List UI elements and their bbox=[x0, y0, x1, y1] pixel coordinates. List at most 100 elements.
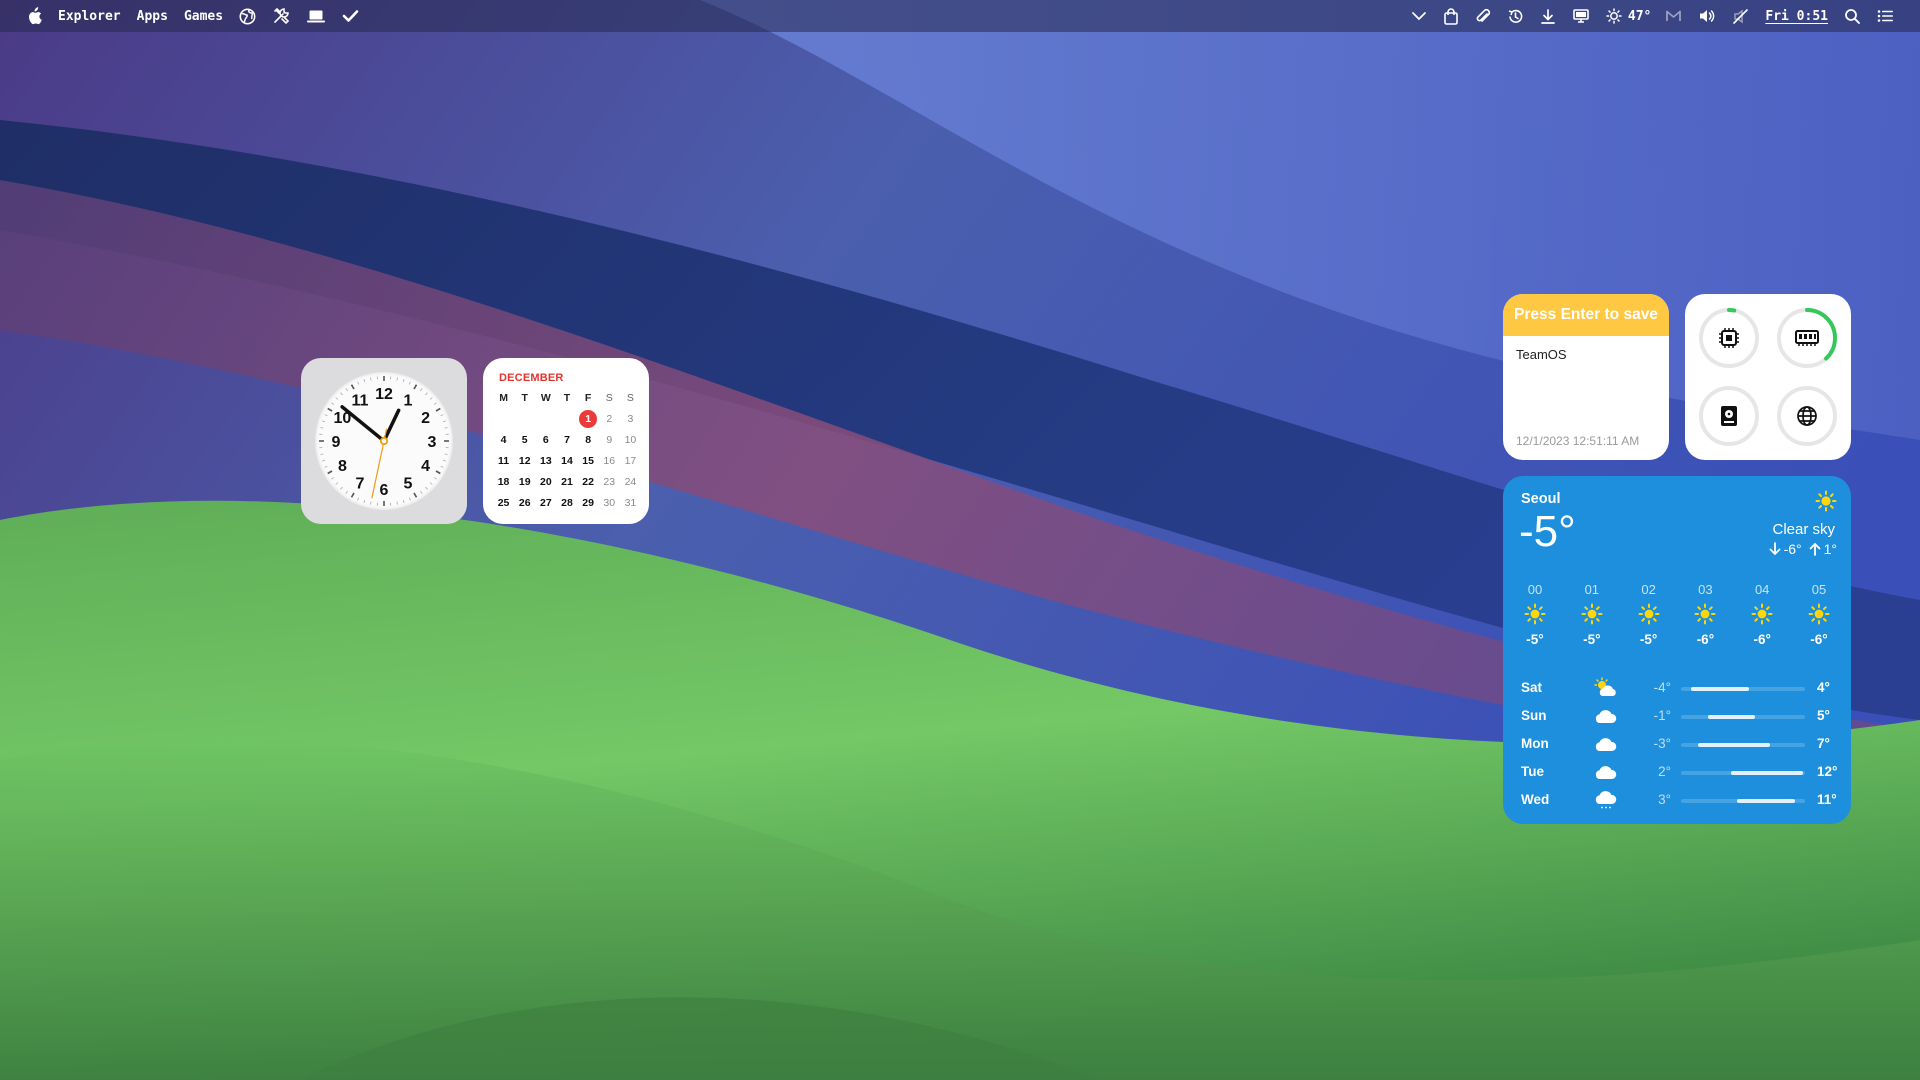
clock-tick bbox=[413, 492, 418, 498]
calendar-day[interactable]: 8 bbox=[578, 432, 599, 448]
hourly-item: 02 -5° bbox=[1627, 582, 1671, 647]
apple-icon[interactable] bbox=[18, 0, 50, 32]
search-icon[interactable] bbox=[1836, 0, 1869, 32]
mail-icon[interactable] bbox=[1657, 0, 1690, 32]
calendar-day[interactable]: 11 bbox=[493, 453, 514, 469]
clock-tick bbox=[444, 453, 448, 455]
calendar-day[interactable]: 29 bbox=[578, 495, 599, 511]
calendar-day[interactable]: 4 bbox=[493, 432, 514, 448]
calendar-day[interactable]: 14 bbox=[556, 453, 577, 469]
calendar-day[interactable]: 13 bbox=[535, 453, 556, 469]
clock-tick bbox=[425, 486, 428, 490]
calendar-day[interactable]: 20 bbox=[535, 474, 556, 490]
chevron-down-icon[interactable] bbox=[1403, 0, 1435, 32]
laptop-icon[interactable] bbox=[298, 0, 334, 32]
calendar-day[interactable]: 27 bbox=[535, 495, 556, 511]
clock-tick bbox=[363, 499, 366, 503]
calendar-day[interactable]: 2 bbox=[599, 411, 620, 427]
cpu-usage-ring bbox=[1697, 306, 1761, 370]
checkmark-icon[interactable] bbox=[334, 0, 367, 32]
sun-icon bbox=[1694, 600, 1716, 628]
weather-widget[interactable]: Seoul -5° Clear sky -6° 1° 00 -5° 01 -5°… bbox=[1503, 476, 1851, 824]
calendar-day[interactable]: 10 bbox=[620, 432, 641, 448]
hourly-item: 03 -6° bbox=[1683, 582, 1727, 647]
clock-tick bbox=[363, 379, 366, 383]
weather-high: 1° bbox=[1823, 541, 1837, 557]
calendar-day[interactable]: 25 bbox=[493, 495, 514, 511]
calendar-day[interactable]: 16 bbox=[599, 453, 620, 469]
system-stats-widget[interactable] bbox=[1685, 294, 1851, 460]
download-icon[interactable] bbox=[1532, 0, 1564, 32]
clock-tick bbox=[335, 397, 339, 400]
list-icon[interactable] bbox=[1869, 0, 1902, 32]
calendar-day[interactable]: 21 bbox=[556, 474, 577, 490]
calendar-today[interactable]: 1 bbox=[578, 410, 599, 428]
day-high: 5° bbox=[1817, 708, 1830, 723]
clock-center-pin bbox=[379, 436, 389, 446]
menu-apps[interactable]: Apps bbox=[129, 0, 176, 32]
clock-widget[interactable]: 12 1 2 3 4 5 6 7 8 9 10 11 bbox=[301, 358, 467, 524]
calendar-day[interactable]: 12 bbox=[514, 453, 535, 469]
calendar-day[interactable]: 19 bbox=[514, 474, 535, 490]
calendar-widget[interactable]: DECEMBER M T W T F S S 1 2 3 4 5 6 7 8 9 10 11 12 13 14 15 16 1… bbox=[483, 358, 649, 524]
menubar-clock[interactable]: Fri 0:51 bbox=[1757, 0, 1836, 32]
clock-tick bbox=[350, 492, 355, 498]
calendar-weekday: T bbox=[521, 392, 528, 404]
globe-icon[interactable] bbox=[231, 0, 264, 32]
menu-explorer[interactable]: Explorer bbox=[50, 0, 129, 32]
menu-games[interactable]: Games bbox=[176, 0, 231, 32]
weather-status[interactable]: 47° bbox=[1598, 0, 1657, 32]
day-temp-range bbox=[1681, 687, 1805, 691]
calendar-day[interactable]: 23 bbox=[599, 474, 620, 490]
day-temp-bar bbox=[1730, 771, 1803, 775]
clock-tick bbox=[429, 397, 433, 400]
tools-icon[interactable] bbox=[264, 0, 298, 32]
calendar-month: DECEMBER bbox=[499, 372, 564, 384]
clock-tick bbox=[429, 482, 433, 485]
calendar-day[interactable]: 17 bbox=[620, 453, 641, 469]
calendar-day[interactable]: 15 bbox=[578, 453, 599, 469]
day-temp-bar bbox=[1690, 687, 1750, 691]
day-high: 7° bbox=[1817, 736, 1830, 751]
clock-tick bbox=[320, 427, 324, 429]
clock-tick bbox=[335, 482, 339, 485]
calendar-day[interactable]: 18 bbox=[493, 474, 514, 490]
hour-temp: -6° bbox=[1810, 632, 1828, 647]
calendar-day[interactable]: 30 bbox=[599, 495, 620, 511]
clock-tick bbox=[442, 420, 446, 423]
calendar-day[interactable]: 26 bbox=[514, 495, 535, 511]
calendar-day[interactable]: 22 bbox=[578, 474, 599, 490]
clock-tick bbox=[408, 381, 411, 385]
clock-number: 3 bbox=[428, 434, 437, 451]
sun-icon bbox=[1606, 8, 1622, 24]
cloud-icon bbox=[1593, 733, 1619, 758]
clock-number: 7 bbox=[356, 476, 365, 493]
note-widget[interactable]: Press Enter to save TeamOS 12/1/2023 12:… bbox=[1503, 294, 1669, 460]
day-low: 2° bbox=[1658, 764, 1671, 779]
shopping-bag-icon[interactable] bbox=[1435, 0, 1467, 32]
disk-icon bbox=[1721, 406, 1737, 426]
calendar-day[interactable]: 3 bbox=[620, 411, 641, 427]
paperclip-icon[interactable] bbox=[1467, 0, 1499, 32]
note-text[interactable]: TeamOS bbox=[1516, 347, 1567, 362]
calendar-weekday: T bbox=[563, 392, 571, 404]
sun-icon bbox=[1808, 600, 1830, 628]
calendar-day[interactable]: 28 bbox=[556, 495, 577, 511]
calendar-day[interactable]: 6 bbox=[535, 432, 556, 448]
display-icon[interactable] bbox=[1564, 0, 1598, 32]
clock-tick bbox=[357, 497, 360, 501]
day-name: Sat bbox=[1521, 680, 1543, 695]
volume-icon[interactable] bbox=[1690, 0, 1724, 32]
history-icon[interactable] bbox=[1499, 0, 1532, 32]
calendar-day[interactable]: 31 bbox=[620, 495, 641, 511]
clock-tick bbox=[320, 453, 324, 455]
calendar-day[interactable]: 24 bbox=[620, 474, 641, 490]
calendar-day[interactable]: 7 bbox=[556, 432, 577, 448]
calendar-day[interactable]: 5 bbox=[514, 432, 535, 448]
clock-tick bbox=[350, 384, 355, 390]
cloud-icon bbox=[1593, 761, 1619, 786]
mute-icon[interactable] bbox=[1724, 0, 1757, 32]
calendar-day[interactable]: 9 bbox=[599, 432, 620, 448]
note-save-header[interactable]: Press Enter to save bbox=[1503, 294, 1669, 336]
clock-tick bbox=[331, 477, 335, 480]
